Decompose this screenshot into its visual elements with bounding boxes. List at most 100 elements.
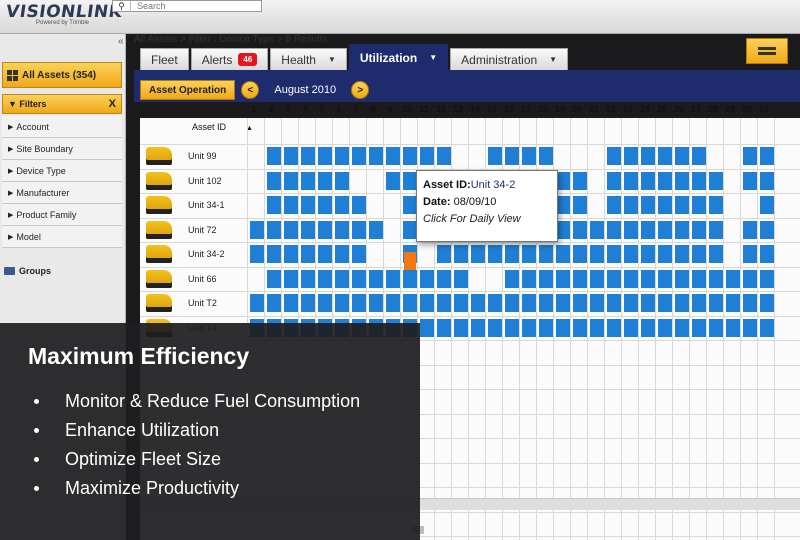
usage-cell[interactable] (522, 269, 536, 288)
usage-cell[interactable] (607, 171, 621, 190)
usage-cell[interactable] (675, 318, 689, 337)
usage-cell[interactable] (641, 147, 655, 165)
usage-cell[interactable] (624, 196, 638, 214)
asset-id[interactable]: Unit 72 (188, 225, 217, 235)
usage-cell[interactable] (267, 220, 281, 239)
usage-cell[interactable] (284, 171, 298, 190)
usage-cell[interactable] (607, 196, 621, 214)
usage-cell[interactable] (692, 318, 706, 337)
usage-cell[interactable] (573, 245, 587, 263)
usage-cell[interactable] (658, 318, 672, 337)
usage-cell[interactable] (743, 294, 757, 312)
usage-cell[interactable] (352, 147, 366, 165)
usage-cell[interactable] (522, 147, 536, 165)
usage-cell[interactable] (692, 245, 706, 263)
all-assets-button[interactable]: All Assets (354) (2, 62, 122, 88)
filter-item-site-boundary[interactable]: ▶ Site Boundary (2, 138, 122, 160)
usage-cell[interactable] (284, 269, 298, 288)
usage-cell[interactable] (505, 318, 519, 337)
usage-cell[interactable] (539, 245, 553, 263)
usage-cell[interactable] (301, 147, 315, 165)
usage-cell[interactable] (386, 171, 400, 190)
usage-cell[interactable] (641, 269, 655, 288)
usage-cell[interactable] (335, 245, 349, 263)
usage-cell[interactable] (250, 220, 264, 239)
usage-cell[interactable] (250, 294, 264, 312)
usage-cell[interactable] (318, 294, 332, 312)
usage-cell[interactable] (420, 318, 434, 337)
usage-cell[interactable] (488, 318, 502, 337)
usage-cell[interactable] (692, 294, 706, 312)
usage-cell[interactable] (284, 196, 298, 214)
usage-cell[interactable] (624, 245, 638, 263)
filters-header[interactable]: ▼ Filters X (2, 94, 122, 114)
usage-cell[interactable] (386, 294, 400, 312)
usage-cell[interactable] (641, 245, 655, 263)
filter-item-model[interactable]: ▶ Model (2, 226, 122, 248)
usage-cell[interactable] (301, 171, 315, 190)
usage-cell[interactable] (675, 269, 689, 288)
usage-cell[interactable] (692, 196, 706, 214)
usage-cell[interactable] (743, 269, 757, 288)
usage-cell[interactable] (624, 147, 638, 165)
usage-cell[interactable] (318, 196, 332, 214)
visionlink-logo[interactable]: VISIONLINK Powered by Trimble (5, 2, 124, 32)
usage-cell[interactable] (318, 147, 332, 165)
usage-cell[interactable] (624, 171, 638, 190)
search-icon[interactable]: ⚲ (113, 0, 131, 12)
usage-cell[interactable] (573, 318, 587, 337)
usage-cell[interactable] (403, 196, 417, 214)
usage-cell[interactable] (352, 196, 366, 214)
usage-cell[interactable] (403, 147, 417, 165)
usage-cell[interactable] (437, 318, 451, 337)
usage-cell[interactable] (471, 245, 485, 263)
usage-cell[interactable] (335, 294, 349, 312)
usage-cell[interactable] (301, 269, 315, 288)
usage-cell[interactable] (760, 147, 774, 165)
collapse-panel-icon[interactable]: « (118, 36, 124, 47)
asset-id[interactable]: Unit 34-2 (188, 249, 225, 259)
usage-cell[interactable] (675, 171, 689, 190)
usage-cell[interactable] (335, 269, 349, 288)
usage-cell[interactable] (556, 245, 570, 263)
usage-cell[interactable] (539, 147, 553, 165)
usage-cell[interactable] (641, 196, 655, 214)
asset-id[interactable]: Unit 102 (188, 176, 222, 186)
usage-cell[interactable] (590, 294, 604, 312)
usage-cell[interactable] (267, 294, 281, 312)
usage-cell[interactable] (607, 318, 621, 337)
usage-cell[interactable] (573, 294, 587, 312)
usage-cell[interactable] (488, 245, 502, 263)
usage-cell[interactable] (369, 269, 383, 288)
usage-cell[interactable] (743, 147, 757, 165)
usage-cell[interactable] (641, 294, 655, 312)
usage-cell[interactable] (539, 269, 553, 288)
usage-cell[interactable] (539, 294, 553, 312)
usage-cell[interactable] (420, 147, 434, 165)
usage-cell[interactable] (556, 269, 570, 288)
asset-id-header[interactable]: Asset ID ▲ (192, 122, 253, 132)
usage-cell[interactable] (403, 171, 417, 190)
usage-cell[interactable] (624, 269, 638, 288)
chevron-down-icon[interactable]: ▼ (328, 55, 336, 64)
usage-cell[interactable] (335, 196, 349, 214)
usage-cell[interactable] (573, 269, 587, 288)
usage-cell[interactable] (709, 220, 723, 239)
usage-cell[interactable] (284, 245, 298, 263)
usage-cell[interactable] (590, 220, 604, 239)
usage-cell[interactable] (760, 294, 774, 312)
search-box[interactable]: ⚲ (112, 0, 262, 12)
usage-cell[interactable] (590, 245, 604, 263)
filter-item-manufacturer[interactable]: ▶ Manufacturer (2, 182, 122, 204)
usage-cell[interactable] (760, 245, 774, 263)
usage-cell[interactable] (454, 294, 468, 312)
usage-cell[interactable] (709, 171, 723, 190)
usage-cell[interactable] (437, 294, 451, 312)
usage-cell[interactable] (573, 220, 587, 239)
usage-cell[interactable] (284, 147, 298, 165)
usage-cell[interactable] (624, 318, 638, 337)
usage-cell[interactable] (403, 269, 417, 288)
menu-button[interactable] (746, 38, 788, 64)
usage-cell[interactable] (556, 220, 570, 239)
usage-cell[interactable] (760, 171, 774, 190)
